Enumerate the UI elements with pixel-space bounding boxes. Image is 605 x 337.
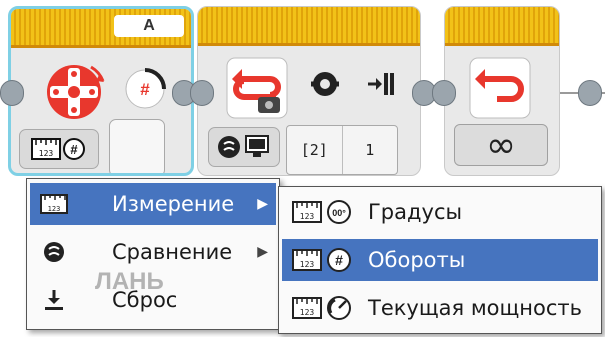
menu-item-compare[interactable]: Сравнение ▶ xyxy=(30,231,276,273)
parameter-row: [2] 1 xyxy=(286,125,398,175)
reset-download-icon xyxy=(30,288,78,312)
block-header xyxy=(445,7,559,46)
svg-text:#: # xyxy=(140,80,150,99)
submenu-item-current-power[interactable]: 123 Текущая мощность xyxy=(282,287,598,329)
sequence-plug[interactable] xyxy=(190,80,214,106)
svg-text:123: 123 xyxy=(300,308,315,317)
ruler-rotations-icon: 123 # xyxy=(31,138,85,160)
mode-selector-tile[interactable] xyxy=(208,127,280,167)
publisher-watermark: ЛАНЬ xyxy=(95,268,164,295)
loop-interrupt-icon xyxy=(226,57,288,123)
svg-text:#: # xyxy=(70,142,78,157)
mode-menu: 123 Измерение ▶ Сравнение ▶ Сброс xyxy=(26,178,280,330)
submenu-arrow-icon: ▶ xyxy=(257,196,268,212)
svg-text:#: # xyxy=(335,252,343,268)
svg-text:00°: 00° xyxy=(332,208,346,218)
sensor-port-icon xyxy=(366,69,396,103)
measure-submenu: 123 00° Градусы 123 # Обороты 123 Текуща… xyxy=(278,186,602,334)
block-id-param[interactable]: [2] xyxy=(287,126,342,174)
loop-name-icon xyxy=(308,67,342,105)
compare-icon xyxy=(30,240,78,264)
block-header xyxy=(198,7,420,46)
ruler-degrees-icon: 123 00° xyxy=(288,199,360,225)
svg-text:123: 123 xyxy=(39,149,54,158)
parameter-tile[interactable] xyxy=(109,119,165,173)
submenu-item-degrees[interactable]: 123 00° Градусы xyxy=(282,191,598,233)
medium-motor-block[interactable]: A # 123 # xyxy=(8,6,194,176)
menu-item-measure[interactable]: 123 Измерение ▶ xyxy=(30,183,276,225)
submenu-item-label: Градусы xyxy=(368,200,463,224)
compare-screen-icon xyxy=(218,135,269,158)
submenu-item-label: Текущая мощность xyxy=(368,296,583,320)
svg-text:123: 123 xyxy=(300,212,315,221)
port-number-param[interactable]: 1 xyxy=(341,126,398,174)
submenu-item-label: Обороты xyxy=(368,248,466,272)
loop-mode-tile[interactable]: ∞ xyxy=(454,124,548,166)
menu-item-label: Измерение xyxy=(112,192,235,216)
ruler-icon: 123 xyxy=(30,193,78,215)
ruler-rotations-icon: 123 # xyxy=(288,247,360,273)
ruler-power-icon: 123 xyxy=(288,295,360,321)
loop-interrupt-block[interactable]: [2] 1 xyxy=(197,6,421,176)
sequence-plug[interactable] xyxy=(0,80,24,106)
sequence-plug[interactable] xyxy=(432,80,456,106)
submenu-arrow-icon: ▶ xyxy=(257,244,268,260)
rotation-value-icon: # xyxy=(123,67,167,115)
svg-text:123: 123 xyxy=(48,205,61,213)
sequence-plug[interactable] xyxy=(578,80,602,106)
motor-hub-icon xyxy=(41,59,107,129)
port-selector[interactable]: A xyxy=(114,15,184,37)
loop-icon xyxy=(469,57,531,123)
svg-text:123: 123 xyxy=(300,260,315,269)
mode-selector-tile[interactable]: 123 # xyxy=(19,129,99,169)
submenu-item-rotations[interactable]: 123 # Обороты xyxy=(282,239,598,281)
menu-item-label: Сравнение xyxy=(112,240,233,264)
